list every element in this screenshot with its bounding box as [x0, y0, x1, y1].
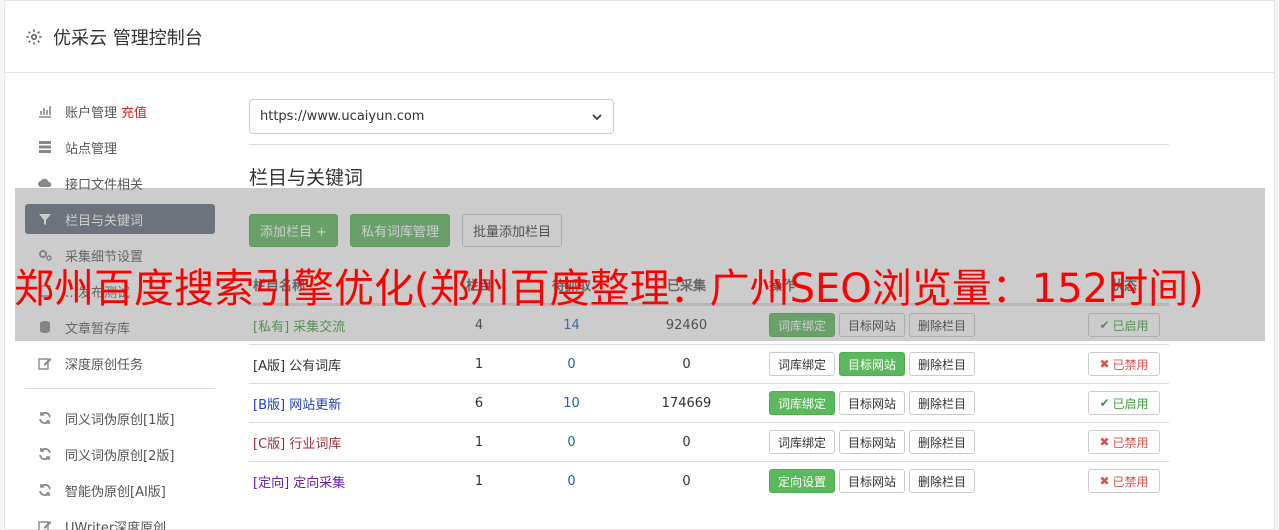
bind-lib-button[interactable]: 词库绑定: [769, 391, 836, 415]
bind-lib-button[interactable]: 词库绑定: [769, 352, 836, 376]
refresh-icon: [37, 482, 53, 498]
panel-header: 优采云 管理控制台: [5, 1, 1274, 73]
column-name[interactable]: [A版] 公有词库: [249, 355, 429, 374]
collected-count: 0: [682, 434, 691, 450]
sidebar-item[interactable]: UWriter深度原创: [25, 511, 215, 530]
sidebar-item[interactable]: 深度原创任务: [25, 348, 215, 378]
collected-count: 0: [682, 473, 691, 489]
delete-column-button[interactable]: 删除栏目: [909, 352, 976, 376]
page-title: 优采云 管理控制台: [53, 27, 203, 49]
site-select-value: https://www.ucaiyun.com: [260, 109, 425, 124]
table-row: [定向] 定向采集 1 0 0 定向设置 目标网站 删除栏目 ✖ 已禁用: [249, 461, 1169, 500]
sidebar-item-label: 账户管理: [65, 105, 118, 121]
content-divider: [249, 144, 1169, 145]
status-cell: ✖ 已禁用: [1079, 469, 1169, 493]
edit-icon: [37, 518, 53, 530]
row-ops: 词库绑定 目标网站 删除栏目: [759, 430, 1079, 454]
row-ops: 定向设置 目标网站 删除栏目: [759, 469, 1079, 493]
delete-column-button[interactable]: 删除栏目: [909, 391, 976, 415]
column-name[interactable]: [C版] 行业词库: [249, 433, 429, 452]
pending-count[interactable]: 0: [529, 357, 614, 372]
column-name[interactable]: [B版] 网站更新: [249, 394, 429, 413]
status-label: 已禁用: [1112, 435, 1149, 450]
sidebar-item[interactable]: 智能伪原创[AI版]: [25, 475, 215, 505]
sidebar-divider: [25, 388, 215, 389]
status-label: 已禁用: [1112, 474, 1149, 489]
table-row: [A版] 公有词库 1 0 0 词库绑定 目标网站 删除栏目 ✖ 已禁用: [249, 344, 1169, 383]
sidebar-item[interactable]: 同义词伪原创[2版]: [25, 439, 215, 469]
delete-column-button[interactable]: 删除栏目: [909, 430, 976, 454]
table-row: [B版] 网站更新 6 10 174669 词库绑定 目标网站 删除栏目 ✔ 已启用: [249, 383, 1169, 422]
bar-chart-icon: [37, 103, 53, 119]
x-icon: ✖: [1099, 357, 1110, 371]
column-count: 6: [474, 395, 484, 411]
column-count: 1: [474, 356, 484, 372]
status-toggle[interactable]: ✖ 已禁用: [1088, 469, 1160, 493]
sidebar-item-label: 站点管理: [65, 141, 118, 157]
collected-count: 0: [682, 356, 691, 372]
row-ops: 词库绑定 目标网站 删除栏目: [759, 352, 1079, 376]
delete-column-button[interactable]: 删除栏目: [909, 469, 976, 493]
recharge-link[interactable]: 充值: [121, 102, 147, 121]
chevron-down-icon: [592, 113, 602, 120]
column-count: 1: [474, 434, 484, 450]
pending-count[interactable]: 0: [529, 435, 614, 450]
table-row: [C版] 行业词库 1 0 0 词库绑定 目标网站 删除栏目 ✖ 已禁用: [249, 422, 1169, 461]
target-site-button[interactable]: 目标网站: [839, 430, 906, 454]
collected-count: 174669: [661, 395, 712, 411]
column-count: 1: [474, 473, 484, 489]
row-ops: 词库绑定 目标网站 删除栏目: [759, 391, 1079, 415]
status-toggle[interactable]: ✔ 已启用: [1088, 391, 1160, 415]
x-icon: ✖: [1099, 474, 1110, 488]
sidebar-item-label: 同义词伪原创[2版]: [65, 448, 175, 464]
target-site-button[interactable]: 目标网站: [839, 391, 906, 415]
overlay-title: 郑州百度搜索引擎优化(郑州百度整理：广州SEO浏览量：152时间): [14, 266, 1204, 312]
status-label: 已禁用: [1112, 357, 1149, 372]
sidebar-item[interactable]: 站点管理: [25, 132, 215, 162]
column-name[interactable]: [定向] 定向采集: [249, 472, 429, 491]
status-cell: ✖ 已禁用: [1079, 352, 1169, 376]
sidebar-item[interactable]: 账户管理 充值: [25, 96, 215, 126]
status-toggle[interactable]: ✖ 已禁用: [1088, 430, 1160, 454]
status-cell: ✖ 已禁用: [1079, 430, 1169, 454]
refresh-icon: [37, 446, 53, 462]
sidebar-item-label: 智能伪原创[AI版]: [65, 484, 166, 500]
target-site-button[interactable]: 目标网站: [839, 469, 906, 493]
status-label: 已启用: [1112, 396, 1149, 411]
check-icon: ✔: [1099, 396, 1110, 410]
bind-lib-button[interactable]: 定向设置: [769, 469, 836, 493]
sidebar-item[interactable]: 同义词伪原创[1版]: [25, 403, 215, 433]
sidebar-item-label: UWriter深度原创: [65, 520, 167, 530]
sidebar-item-label: 同义词伪原创[1版]: [65, 412, 175, 428]
sidebar-item-label: 深度原创任务: [65, 357, 144, 373]
x-icon: ✖: [1099, 435, 1110, 449]
pending-count[interactable]: 0: [529, 474, 614, 489]
refresh-icon: [37, 410, 53, 426]
status-toggle[interactable]: ✖ 已禁用: [1088, 352, 1160, 376]
section-title: 栏目与关键词: [249, 167, 364, 189]
gear-icon: [26, 29, 42, 44]
target-site-button[interactable]: 目标网站: [839, 352, 906, 376]
pending-count[interactable]: 10: [529, 396, 614, 411]
edit-icon: [37, 355, 53, 371]
status-cell: ✔ 已启用: [1079, 391, 1169, 415]
server-icon: [37, 139, 53, 155]
site-select[interactable]: https://www.ucaiyun.com: [249, 99, 614, 134]
bind-lib-button[interactable]: 词库绑定: [769, 430, 836, 454]
